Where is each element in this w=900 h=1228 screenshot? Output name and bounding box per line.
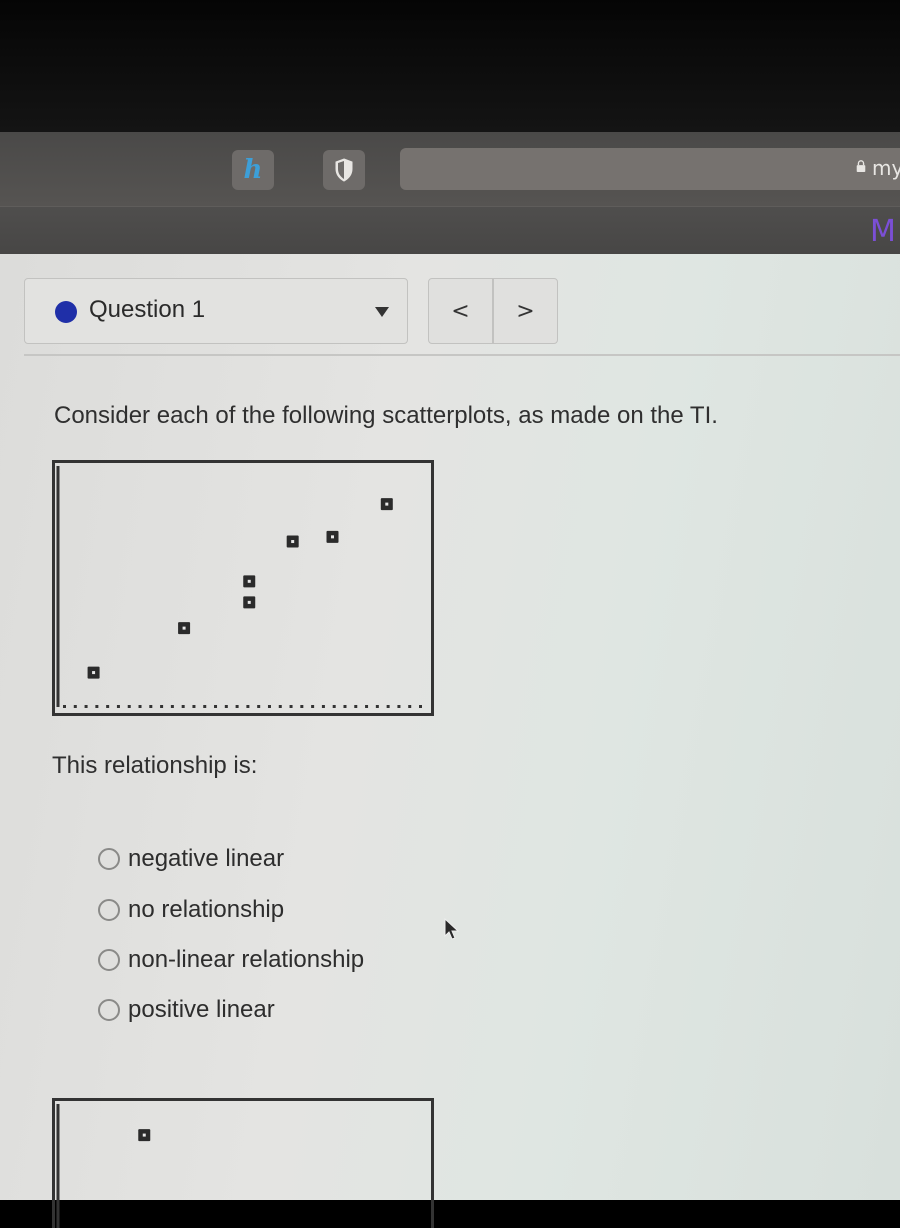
- x-axis-tick: [160, 705, 164, 708]
- x-axis-tick: [84, 705, 88, 708]
- x-axis-tick: [181, 705, 185, 708]
- x-axis-tick: [95, 705, 99, 708]
- data-point-center: [247, 579, 251, 583]
- x-axis-tick: [267, 705, 271, 708]
- x-axis-tick: [170, 705, 174, 708]
- x-axis-tick: [203, 705, 207, 708]
- lock-icon: [856, 160, 866, 172]
- question-status-dot: [55, 301, 77, 323]
- screen-bezel: [0, 0, 900, 132]
- x-axis-tick: [138, 705, 142, 708]
- x-axis-tick: [311, 705, 315, 708]
- url-text: my: [872, 156, 900, 180]
- data-point-center: [182, 626, 186, 630]
- option-positive-linear[interactable]: positive linear: [98, 995, 275, 1025]
- option-no-relationship[interactable]: no relationship: [98, 895, 284, 925]
- data-point-center: [385, 502, 389, 506]
- x-axis-tick: [300, 705, 304, 708]
- x-axis-tick: [192, 705, 196, 708]
- chevron-down-icon: [375, 307, 389, 317]
- option-label: no relationship: [128, 896, 285, 923]
- question-select[interactable]: Question 1: [24, 278, 408, 344]
- x-axis-tick: [214, 705, 218, 708]
- radio-button[interactable]: [98, 949, 120, 971]
- option-label: positive linear: [128, 996, 275, 1023]
- x-axis-tick: [246, 705, 250, 708]
- x-axis-tick: [354, 705, 358, 708]
- x-axis-tick: [375, 705, 379, 708]
- tab-strip: [0, 206, 900, 255]
- question-nav-group: < >: [428, 278, 558, 344]
- shield-extension-button[interactable]: [323, 150, 365, 190]
- scatterplot-2-canvas: [56, 1104, 151, 1228]
- radio-button[interactable]: [98, 848, 120, 870]
- x-axis-tick: [332, 705, 336, 708]
- x-axis-tick: [408, 705, 412, 708]
- x-axis-tick: [63, 705, 66, 708]
- previous-question-button[interactable]: <: [429, 279, 494, 343]
- honey-extension-button[interactable]: h: [232, 150, 274, 190]
- data-point-center: [92, 671, 96, 675]
- x-axis-tick: [106, 705, 110, 708]
- x-axis-tick: [127, 705, 131, 708]
- x-axis-tick: [289, 705, 293, 708]
- x-axis-tick: [116, 705, 120, 708]
- question-select-label: Question 1: [89, 296, 206, 323]
- scatterplot-2: [52, 1098, 434, 1228]
- mouse-cursor-icon: [444, 918, 460, 940]
- next-question-button[interactable]: >: [494, 279, 557, 343]
- radio-button[interactable]: [98, 999, 120, 1021]
- x-axis-tick: [73, 705, 77, 708]
- scatterplot-1-canvas: [56, 466, 422, 708]
- x-axis-tick: [224, 705, 228, 708]
- option-non-linear-relationship[interactable]: non-linear relationship: [98, 945, 364, 975]
- relationship-prompt: This relationship is:: [52, 752, 258, 779]
- x-axis-tick: [397, 705, 401, 708]
- site-logo-icon[interactable]: M: [870, 214, 896, 249]
- x-axis-tick: [321, 705, 325, 708]
- data-point-center: [247, 600, 251, 604]
- x-axis-tick: [419, 705, 422, 708]
- option-label: non-linear relationship: [128, 946, 365, 973]
- scatterplot-1: [52, 460, 434, 716]
- data-point-center: [291, 540, 295, 544]
- data-point-center: [331, 535, 334, 539]
- honey-h-icon: h: [243, 155, 263, 185]
- quiz-page: Question 1 < > Consider each of the foll…: [0, 254, 900, 1228]
- data-point-center: [142, 1133, 146, 1137]
- x-axis-tick: [149, 705, 153, 708]
- header-divider: [24, 354, 900, 356]
- option-label: negative linear: [128, 845, 285, 872]
- option-negative-linear[interactable]: negative linear: [98, 844, 284, 874]
- question-prompt: Consider each of the following scatterpl…: [54, 402, 718, 429]
- x-axis-tick: [386, 705, 390, 708]
- x-axis-tick: [278, 705, 282, 708]
- x-axis-tick: [257, 705, 261, 708]
- radio-button[interactable]: [98, 899, 120, 921]
- shield-icon: [335, 158, 353, 182]
- x-axis-tick: [235, 705, 239, 708]
- address-bar[interactable]: my: [400, 148, 900, 190]
- x-axis-tick: [365, 705, 369, 708]
- x-axis-tick: [343, 705, 347, 708]
